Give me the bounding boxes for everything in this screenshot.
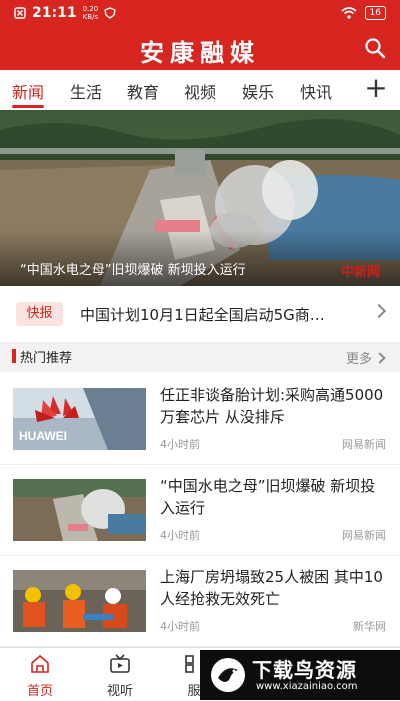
hero-banner[interactable]: “中国水电之母”旧坝爆破 新坝投入运行 中新网 xyxy=(0,110,400,286)
bird-logo-icon xyxy=(211,658,245,692)
news-source: 网易新闻 xyxy=(342,529,386,542)
nav-home-label: 首页 xyxy=(26,684,53,699)
notification-icon xyxy=(14,7,26,19)
svg-text:HUAWEI: HUAWEI xyxy=(19,429,67,443)
tab-entertainment[interactable]: 娱乐 xyxy=(242,79,274,103)
tab-video[interactable]: 视频 xyxy=(184,79,216,103)
status-bar: 21:11 0.20 KB/s 16 xyxy=(0,0,400,26)
section-header: 热门推荐 更多 xyxy=(0,342,400,372)
chevron-right-icon[interactable] xyxy=(374,352,386,364)
flash-news-bar[interactable]: 快报 中国计划10月1日起全国启动5G商… xyxy=(0,286,400,342)
news-thumbnail xyxy=(13,479,146,541)
news-item[interactable]: 上海厂房坍塌致25人被困 其中10人经抢救无效死亡 4小时前 新华网 xyxy=(0,556,400,647)
news-title: “中国水电之母”旧坝爆破 新坝投入运行 xyxy=(160,477,376,517)
news-thumbnail: HUAWEI xyxy=(13,388,146,450)
news-source: 新华网 xyxy=(353,620,386,633)
add-channel-icon[interactable]: + xyxy=(362,74,390,102)
news-item[interactable]: HUAWEI 任正非谈备胎计划:采购高通5000万套芯片 从没排斥 4小时前 网… xyxy=(0,374,400,465)
hero-watermark: 中新网 xyxy=(340,265,380,280)
battery-indicator: 16 xyxy=(364,6,386,20)
tab-flash[interactable]: 快讯 xyxy=(300,79,332,103)
watermark-brand: 下载鸟资源 xyxy=(252,658,357,682)
section-marker xyxy=(12,349,16,363)
flash-badge: 快报 xyxy=(16,302,63,326)
search-icon[interactable] xyxy=(364,37,386,59)
app-header: 安康融媒 xyxy=(0,26,400,70)
more-link[interactable]: 更多 xyxy=(346,348,372,367)
watermark-url: www.xiazainiao.com xyxy=(256,681,358,692)
category-tabs: 新闻 生活 教育 视频 娱乐 快讯 + xyxy=(0,70,400,111)
status-time: 21:11 xyxy=(32,5,77,21)
nav-media-label: 视听 xyxy=(106,684,133,699)
wifi-icon xyxy=(341,7,357,19)
app-title: 安康融媒 xyxy=(140,38,260,67)
flash-text: 中国计划10月1日起全国启动5G商… xyxy=(80,306,325,324)
chevron-right-icon xyxy=(371,303,387,319)
network-speed: 0.20 KB/s xyxy=(82,5,99,21)
active-tab-indicator xyxy=(12,105,44,108)
watermark-overlay: 下载鸟资源 www.xiazainiao.com xyxy=(200,650,400,700)
news-time: 4小时前 xyxy=(160,438,200,451)
news-title: 任正非谈备胎计划:采购高通5000万套芯片 从没排斥 xyxy=(160,386,384,426)
tab-news[interactable]: 新闻 xyxy=(12,79,44,103)
tabs-fade xyxy=(334,70,354,110)
tab-life[interactable]: 生活 xyxy=(70,79,102,103)
news-item[interactable]: “中国水电之母”旧坝爆破 新坝投入运行 4小时前 网易新闻 xyxy=(0,465,400,556)
tv-icon xyxy=(110,654,130,673)
news-time: 4小时前 xyxy=(160,529,200,542)
shield-icon xyxy=(104,7,116,19)
news-time: 4小时前 xyxy=(160,620,200,633)
home-icon xyxy=(31,654,49,673)
nav-media[interactable]: 视听 xyxy=(90,654,150,699)
nav-home[interactable]: 首页 xyxy=(10,654,70,699)
news-source: 网易新闻 xyxy=(342,438,386,451)
news-thumbnail xyxy=(13,570,146,632)
hero-caption: “中国水电之母”旧坝爆破 新坝投入运行 xyxy=(20,263,246,278)
news-title: 上海厂房坍塌致25人被困 其中10人经抢救无效死亡 xyxy=(160,568,383,608)
section-title: 热门推荐 xyxy=(20,351,73,366)
tab-education[interactable]: 教育 xyxy=(127,79,159,103)
